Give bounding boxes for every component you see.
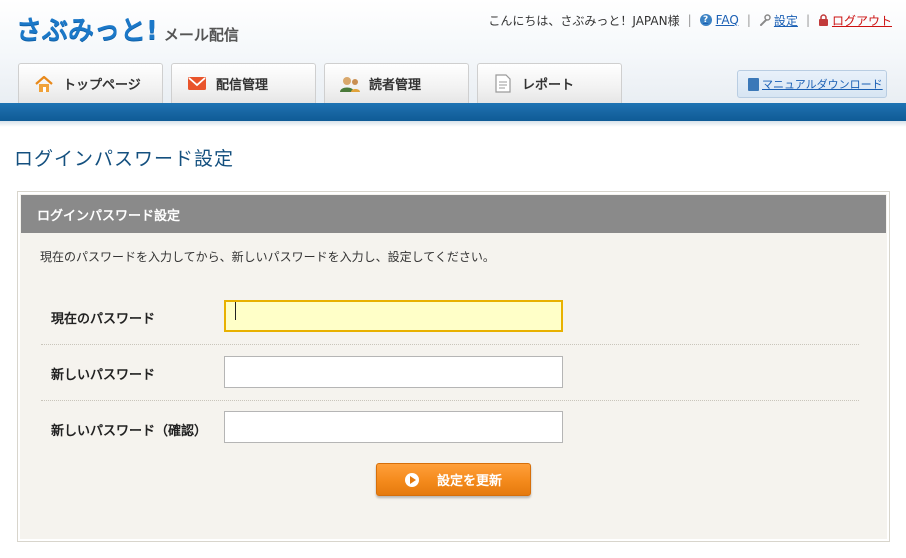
header-bar-shadow — [0, 121, 906, 127]
lock-icon — [818, 14, 828, 26]
nav-separator: | — [746, 13, 751, 27]
new-password-label: 新しいパスワード — [51, 368, 156, 383]
tab-report[interactable]: レポート — [477, 63, 622, 103]
tab-label: 読者管理 — [369, 78, 422, 93]
current-password-input[interactable] — [224, 300, 563, 332]
page-title: ログインパスワード設定 — [14, 148, 235, 170]
home-icon — [33, 73, 55, 95]
nav-separator: | — [805, 13, 810, 27]
update-settings-label: 設定を更新 — [436, 474, 502, 489]
help-icon: ? — [699, 14, 712, 26]
settings-label: 設定 — [773, 13, 798, 28]
greeting-text: こんにちは、さぶみっと！JAPAN様 — [488, 13, 680, 28]
logo[interactable]: さぶみっと! メール配信 — [16, 12, 239, 46]
faq-link[interactable]: ? FAQ — [699, 13, 739, 27]
logout-link[interactable]: ログアウト — [818, 12, 892, 29]
new-password-input[interactable] — [224, 356, 563, 388]
mail-icon — [186, 73, 208, 95]
tab-label: 配信管理 — [216, 78, 269, 93]
header: さぶみっと! メール配信 こんにちは、さぶみっと！JAPAN様 | ? FAQ … — [0, 0, 906, 103]
logout-label: ログアウト — [831, 13, 892, 28]
book-icon — [748, 77, 759, 91]
password-settings-panel: ログインパスワード設定 現在のパスワードを入力してから、新しいパスワードを入力し… — [17, 191, 890, 542]
panel-title: ログインパスワード設定 — [21, 195, 886, 233]
play-icon — [404, 472, 419, 487]
form-row-new-password: 新しいパスワード — [41, 344, 859, 401]
tab-reader-management[interactable]: 読者管理 — [324, 63, 469, 103]
users-icon — [339, 73, 361, 95]
tab-label: レポート — [522, 78, 575, 93]
confirm-password-input[interactable] — [224, 411, 563, 443]
tab-label: トップページ — [63, 78, 141, 93]
instructions-text: 現在のパスワードを入力してから、新しいパスワードを入力し、設定してください。 — [40, 250, 495, 264]
manual-download-button[interactable]: マニュアルダウンロード — [737, 70, 887, 98]
tab-delivery-management[interactable]: 配信管理 — [171, 63, 316, 103]
nav-separator: | — [687, 13, 692, 27]
current-password-label: 現在のパスワード — [51, 312, 156, 327]
manual-download-label: マニュアルダウンロード — [762, 78, 883, 91]
form-row-confirm-password: 新しいパスワード（確認） — [41, 400, 859, 456]
form-row-current-password: 現在のパスワード — [41, 288, 859, 345]
update-settings-button[interactable]: 設定を更新 — [376, 463, 531, 496]
wrench-icon — [759, 14, 771, 26]
confirm-password-label: 新しいパスワード（確認） — [51, 424, 208, 439]
settings-link[interactable]: 設定 — [759, 12, 798, 29]
top-navigation: こんにちは、さぶみっと！JAPAN様 | ? FAQ | 設定 | ログアウト — [488, 12, 892, 28]
text-caret — [235, 302, 236, 320]
tab-top-page[interactable]: トップページ — [18, 63, 163, 103]
logo-subtitle: メール配信 — [163, 26, 239, 44]
report-icon — [492, 73, 514, 95]
logo-main: さぶみっと! — [16, 16, 158, 46]
faq-label: FAQ — [715, 13, 739, 27]
header-bar — [0, 103, 906, 121]
